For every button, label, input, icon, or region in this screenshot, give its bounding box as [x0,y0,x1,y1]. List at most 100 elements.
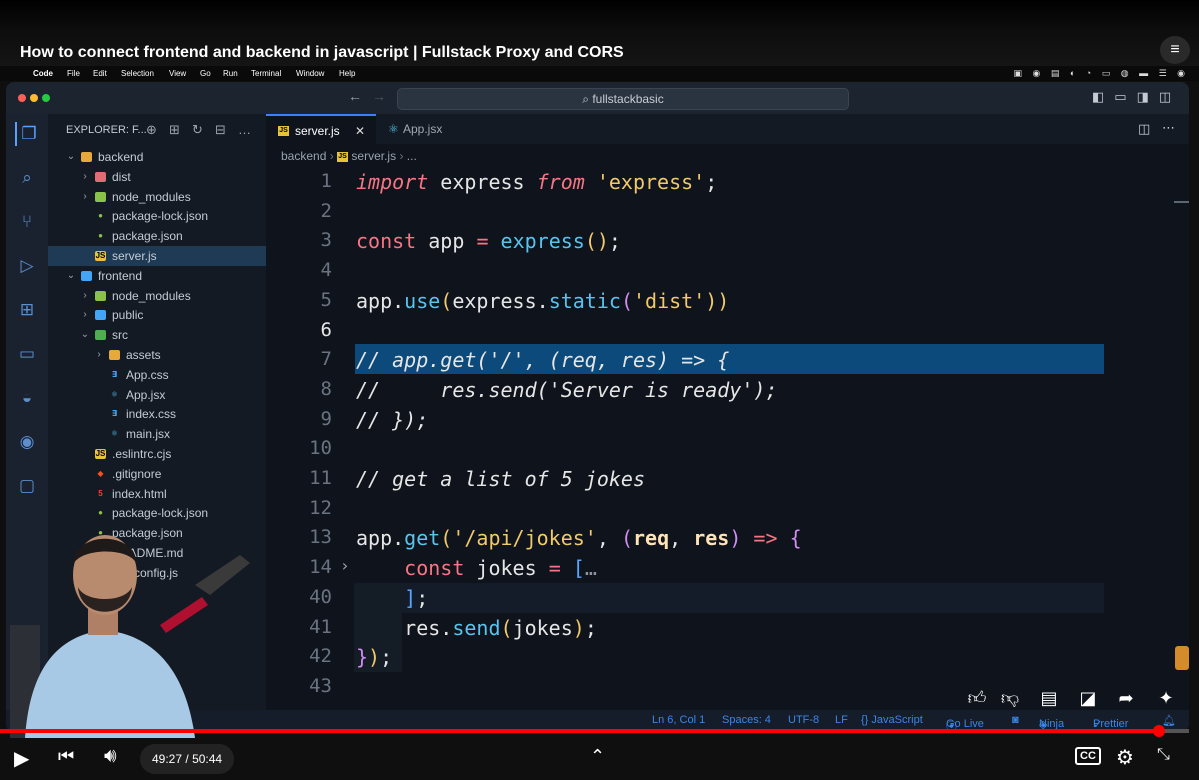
play-icon[interactable]: ▶ [14,746,29,771]
tree-item[interactable]: ⌄ frontend [48,266,266,286]
settings-icon[interactable]: ⚙ [1116,745,1134,770]
tree-item[interactable]: ∃ index.css [48,404,266,424]
menu-item-terminal[interactable]: Terminal [251,69,281,78]
explorer-icon[interactable]: ❐ [15,122,41,146]
tree-item[interactable]: › public [48,305,266,325]
comment-icon[interactable]: ▤ [1033,682,1065,714]
language-mode[interactable]: {} JavaScript [861,714,923,726]
menu-item-run[interactable]: Run [223,69,238,78]
source-control-icon[interactable]: ⑂ [15,210,39,234]
copilot-icon[interactable]: ◙ [1012,714,1019,726]
chevron-right-icon[interactable]: › [80,286,90,306]
split-editor-icon[interactable]: ◫ [1138,121,1150,137]
video-title[interactable]: How to connect frontend and backend in j… [20,44,624,62]
menu-item-edit[interactable]: Edit [93,69,107,78]
menu-item-file[interactable]: File [67,69,80,78]
chevron-right-icon[interactable]: › [94,345,104,365]
run-debug-icon[interactable]: ▷ [15,254,39,278]
chevron-right-icon[interactable]: › [80,305,90,325]
zoom-window-button[interactable] [42,94,50,102]
tab-app-jsx[interactable]: ⚛ App.jsx [376,114,481,144]
tree-item[interactable]: 5 index.html [48,484,266,504]
share-icon[interactable]: ➦ [1110,682,1142,714]
previous-icon[interactable]: ⏮︎ [58,746,74,767]
close-tab-icon[interactable]: ✕ [355,116,365,146]
folder-icon [95,330,106,341]
chevron-right-icon[interactable]: › [80,167,90,187]
menu-item-help[interactable]: Help [339,69,355,78]
code-token: ; [416,585,429,610]
tree-item[interactable]: › node_modules [48,286,266,306]
minimize-window-button[interactable] [30,94,38,102]
refresh-icon[interactable]: ↻ [192,122,203,138]
tree-item[interactable]: › dist [48,167,266,187]
css-icon: ∃ [111,409,118,419]
chevron-down-icon[interactable]: ⌄ [66,266,76,286]
line-number: 40 [309,585,332,608]
code-view[interactable]: 1 import express from 'express'; 2 3 const a… [266,166,1189,732]
line-number: 9 [320,407,332,430]
git-icon: ◆ [97,468,104,478]
npm-icon: ● [98,211,103,221]
remote-explorer-icon[interactable]: ▭ [15,342,39,366]
chevron-right-icon[interactable]: › [80,187,90,207]
tree-item[interactable]: ⚛ main.jsx [48,424,266,444]
tree-item[interactable]: ◆ .gitignore [48,464,266,484]
tree-item[interactable]: ● package-lock.json [48,206,266,226]
chat-icon[interactable]: ▢ [15,474,39,498]
tree-item[interactable]: ⚛ App.jsx [48,385,266,405]
breadcrumb-item[interactable]: server.js [351,149,396,163]
tree-item[interactable]: › assets [48,345,266,365]
tree-item[interactable]: JS server.js [48,246,266,266]
chevron-down-icon[interactable]: ⌄ [66,147,76,167]
live-share-icon[interactable]: ◉ [15,430,39,454]
chat-bubble-icon[interactable]: ◪ [1072,682,1104,714]
dislike-icon[interactable]: 👎︎ [994,682,1026,714]
chevron-up-icon[interactable]: ⌃ [590,746,605,767]
eol-status[interactable]: LF [835,714,848,726]
sparkle-icon[interactable]: ✦ [1150,682,1182,714]
notifications-icon[interactable]: 🔔︎ [1162,714,1176,727]
menu-item-view[interactable]: View [169,69,186,78]
exit-fullscreen-icon[interactable]: ⤡ [1157,746,1170,764]
layout-toggle-icons[interactable]: ◧▭◨◫ [1092,89,1181,105]
close-window-button[interactable] [18,94,26,102]
tree-item[interactable]: JS .eslintrc.cjs [48,444,266,464]
like-icon[interactable]: 👍︎ [961,682,993,714]
tree-item[interactable]: ● package.json [48,226,266,246]
tab-server-js[interactable]: JS server.js ✕ [266,114,376,144]
menu-item-window[interactable]: Window [296,69,324,78]
breadcrumb-item[interactable]: ... [407,149,417,163]
search-icon[interactable]: ⌕ [15,166,39,190]
forward-arrow-icon[interactable]: → [372,88,386,104]
fold-chevron-icon[interactable]: › [340,556,350,575]
tree-item[interactable]: ⌄ backend [48,147,266,167]
code-token: ) [368,645,381,670]
menu-item-go[interactable]: Go [200,69,211,78]
tree-item[interactable]: › node_modules [48,187,266,207]
tree-item[interactable]: ⌄ src [48,325,266,345]
mac-status-icons: ▣ ◉ ▤ ◐ ◔ ▭ ◍ ▬ ☰ ◉ [1013,68,1189,78]
more-actions-icon[interactable]: ⋯ [1162,120,1175,136]
back-arrow-icon[interactable]: ← [348,88,362,104]
docker-icon[interactable]: ◒ [15,386,39,410]
captions-icon[interactable]: CC [1075,747,1101,765]
tree-item[interactable]: ∃ App.css [48,365,266,385]
progress-scrubber-handle[interactable] [1153,725,1166,737]
menu-item-selection[interactable]: Selection [121,69,154,78]
extensions-icon[interactable]: ⊞ [15,298,39,322]
new-folder-icon[interactable]: ⊞ [169,122,180,138]
indentation-status[interactable]: Spaces: 4 [722,714,771,726]
collapse-all-icon[interactable]: ⊟ [215,122,226,138]
menu-item-code[interactable]: Code [33,69,53,78]
playlist-icon[interactable]: ≡ [1160,36,1190,64]
new-file-icon[interactable]: ⊕ [146,122,157,138]
cursor-position[interactable]: Ln 6, Col 1 [652,714,705,726]
command-center[interactable]: ⌕ fullstackbasic [397,88,849,110]
more-actions-icon[interactable]: … [238,122,251,137]
encoding-status[interactable]: UTF-8 [788,714,819,726]
volume-icon[interactable]: 🔊︎ [104,745,117,768]
tree-item[interactable]: ● package-lock.json [48,503,266,523]
breadcrumb-item[interactable]: backend [281,149,326,163]
chevron-down-icon[interactable]: ⌄ [80,325,90,345]
